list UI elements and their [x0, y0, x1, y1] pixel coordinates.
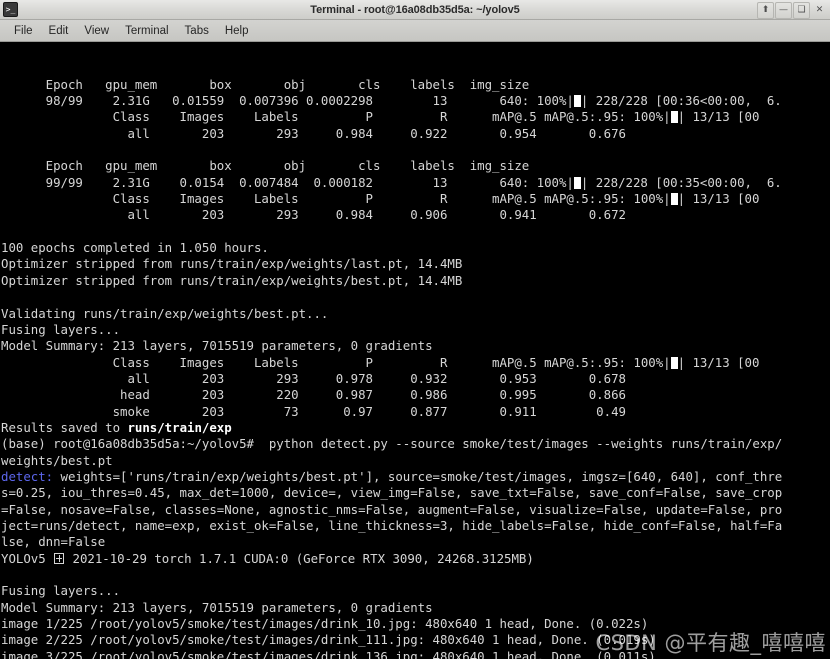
terminal-line: (base) root@16a08db35d5a:~/yolov5# pytho… [1, 436, 783, 452]
terminal-line: all 203 293 0.978 0.932 0.953 0.678 [1, 370, 626, 386]
terminal-line: image 1/225 /root/yolov5/smoke/test/imag… [1, 616, 649, 632]
menu-file[interactable]: File [6, 23, 41, 39]
progress-block-icon [573, 176, 581, 189]
menu-view[interactable]: View [76, 23, 117, 39]
menu-tabs[interactable]: Tabs [177, 23, 217, 39]
terminal-line-container: Epoch gpu_mem box obj cls labels img_siz… [1, 77, 830, 659]
terminal-line: ject=runs/detect, name=exp, exist_ok=Fal… [1, 517, 783, 533]
terminal-line: weights/best.pt [1, 452, 113, 468]
progress-block-icon [573, 95, 581, 108]
terminal-line: s=0.25, iou_thres=0.45, max_det=1000, de… [1, 485, 783, 501]
terminal-line: Class Images Labels P R mAP@.5 mAP@.5:.9… [1, 354, 760, 370]
terminal-line: all 203 293 0.984 0.922 0.954 0.676 [1, 125, 626, 141]
terminal-line: image 3/225 /root/yolov5/smoke/test/imag… [1, 648, 656, 659]
window-controls: ⬆ — ❑ ✕ [757, 0, 828, 20]
terminal-line: Results saved to runs/train/exp [1, 419, 232, 435]
terminal-line: image 2/225 /root/yolov5/smoke/test/imag… [1, 632, 656, 648]
terminal-line: Validating runs/train/exp/weights/best.p… [1, 305, 329, 321]
terminal-window: >_ Terminal - root@16a08db35d5a: ~/yolov… [0, 0, 830, 659]
progress-block-icon [670, 356, 678, 369]
terminal-line: 99/99 2.31G 0.0154 0.007484 0.000182 13 … [1, 174, 782, 190]
terminal-line: Fusing layers... [1, 583, 121, 599]
terminal-line: head 203 220 0.987 0.986 0.995 0.866 [1, 387, 626, 403]
terminal-line: Optimizer stripped from runs/train/exp/w… [1, 272, 463, 288]
menu-edit[interactable]: Edit [41, 23, 77, 39]
terminal-line: Epoch gpu_mem box obj cls labels img_siz… [1, 76, 530, 92]
terminal-line: smoke 203 73 0.97 0.877 0.911 0.49 [1, 403, 626, 419]
detect-label: detect: [1, 468, 54, 484]
results-path: runs/train/exp [127, 419, 232, 435]
terminal-line: =False, nosave=False, classes=None, agno… [1, 501, 783, 517]
progress-block-icon [670, 193, 678, 206]
progress-block-icon [670, 111, 678, 124]
minimize-button[interactable]: — [775, 1, 792, 19]
menu-help[interactable]: Help [217, 23, 257, 39]
maximize-button[interactable]: ❑ [793, 1, 810, 19]
terminal-line: all 203 293 0.984 0.906 0.941 0.672 [1, 207, 626, 223]
terminal-line: Fusing layers... [1, 321, 121, 337]
terminal-line: detect: weights=['runs/train/exp/weights… [1, 468, 783, 484]
terminal-line: 98/99 2.31G 0.01559 0.007396 0.0002298 1… [1, 93, 782, 109]
window-title: Terminal - root@16a08db35d5a: ~/yolov5 [310, 3, 520, 16]
terminal-line: Optimizer stripped from runs/train/exp/w… [1, 256, 463, 272]
terminal-line: Epoch gpu_mem box obj cls labels img_siz… [1, 158, 530, 174]
terminal-icon: >_ [3, 2, 18, 17]
terminal-line: 100 epochs completed in 1.050 hours. [1, 240, 269, 256]
shade-button[interactable]: ⬆ [757, 1, 774, 19]
terminal-line: Model Summary: 213 layers, 7015519 param… [1, 599, 433, 615]
terminal-line: Class Images Labels P R mAP@.5 mAP@.5:.9… [1, 191, 760, 207]
terminal-line: Model Summary: 213 layers, 7015519 param… [1, 338, 433, 354]
missing-glyph-icon [54, 552, 65, 564]
menu-terminal[interactable]: Terminal [117, 23, 176, 39]
terminal-line: YOLOv5 2021-10-29 torch 1.7.1 CUDA:0 (Ge… [1, 550, 534, 566]
terminal-line: Class Images Labels P R mAP@.5 mAP@.5:.9… [1, 109, 760, 125]
terminal-line: lse, dnn=False [1, 534, 106, 550]
title-bar[interactable]: >_ Terminal - root@16a08db35d5a: ~/yolov… [0, 0, 830, 20]
terminal-output[interactable]: Epoch gpu_mem box obj cls labels img_siz… [0, 42, 830, 659]
menu-bar: File Edit View Terminal Tabs Help [0, 20, 830, 42]
close-button[interactable]: ✕ [811, 2, 828, 19]
